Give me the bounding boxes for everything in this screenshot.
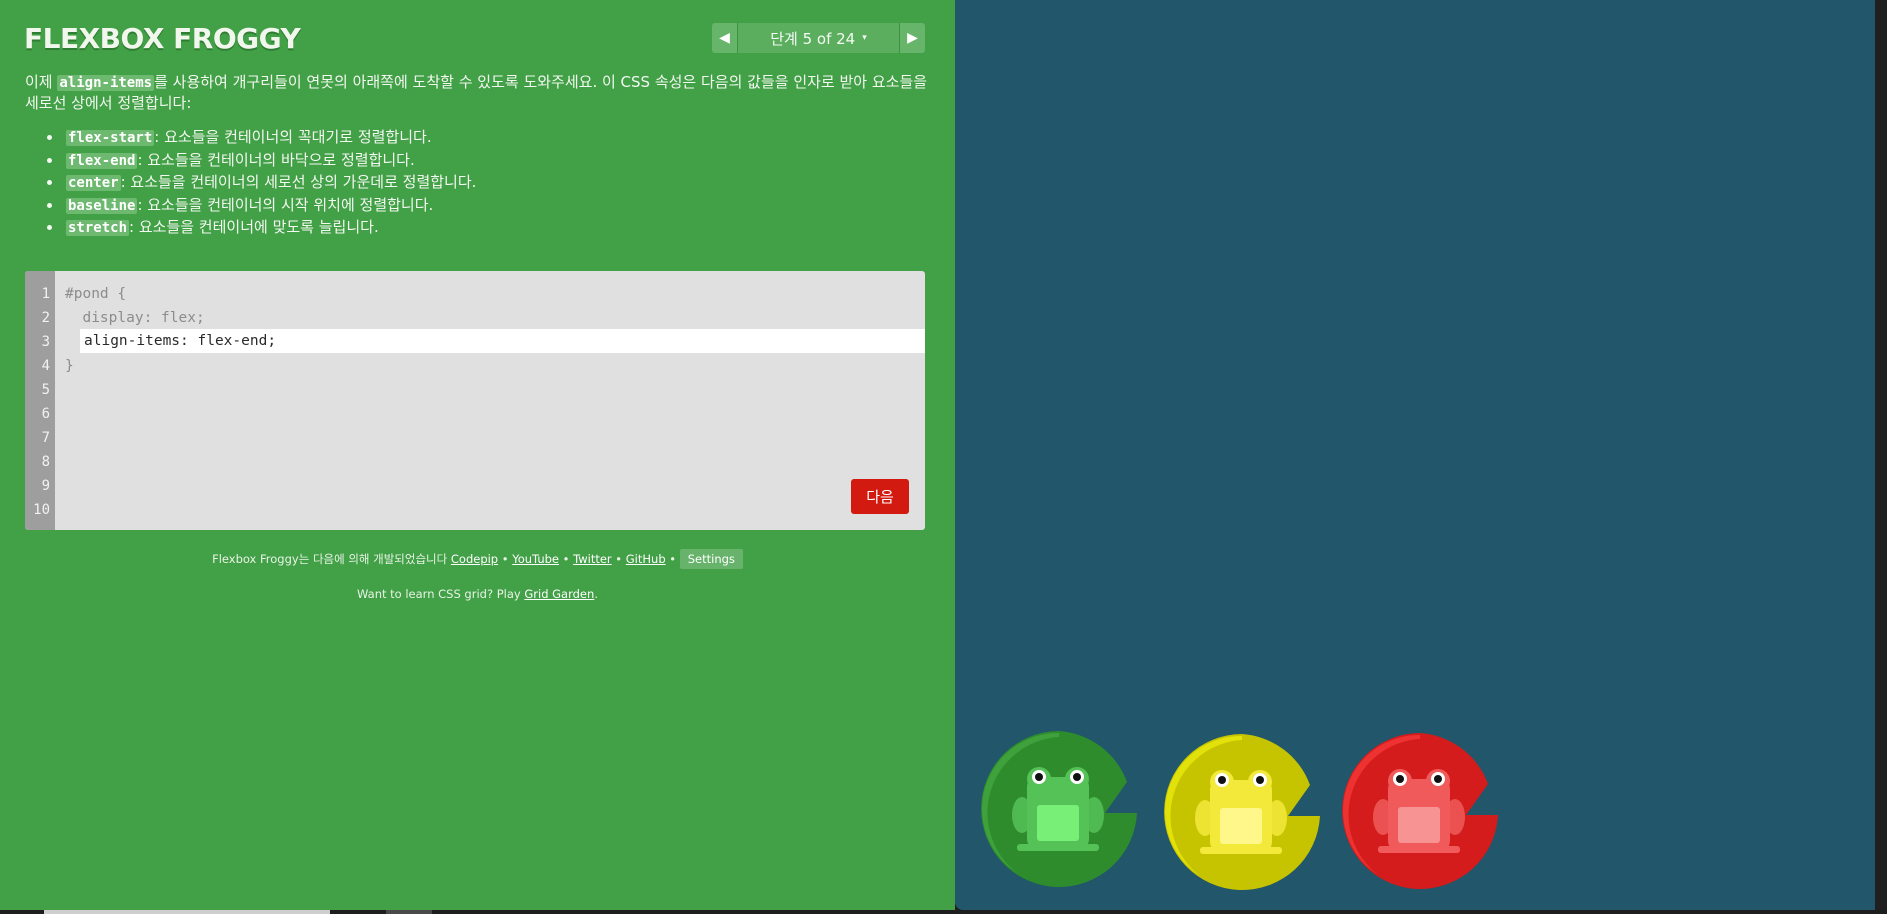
- caret-down-icon: ▾: [862, 33, 867, 43]
- grid-garden-link[interactable]: Grid Garden: [524, 587, 594, 601]
- list-item: stretch: 요소들을 컨테이너에 맞도록 늘립니다.: [44, 216, 924, 239]
- line-number: 10: [33, 502, 50, 518]
- footer-credits: Flexbox Froggy는 다음에 의해 개발되었습니다 Codepip •…: [0, 549, 955, 569]
- triangle-left-icon: ◀: [719, 30, 730, 46]
- grid-promo-suffix: .: [594, 587, 598, 601]
- twitter-link[interactable]: Twitter: [573, 552, 612, 566]
- line-number: 3: [41, 334, 50, 350]
- value-desc: : 요소들을 컨테이너의 바닥으로 정렬합니다.: [137, 150, 415, 169]
- list-item: center: 요소들을 컨테이너의 세로선 상의 가운데로 정렬합니다.: [44, 171, 924, 194]
- level-indicator-dropdown[interactable]: 단계 5 of 24 ▾: [738, 23, 899, 53]
- value-code: flex-end: [66, 152, 138, 169]
- level-navigation: ◀ 단계 5 of 24 ▾ ▶: [712, 23, 925, 53]
- github-link[interactable]: GitHub: [626, 552, 666, 566]
- codepip-link[interactable]: Codepip: [451, 552, 498, 566]
- list-item: flex-end: 요소들을 컨테이너의 바닥으로 정렬합니다.: [44, 149, 924, 172]
- property-code: align-items: [57, 75, 155, 91]
- separator: •: [665, 552, 680, 566]
- value-desc: : 요소들을 컨테이너에 맞도록 늘립니다.: [129, 218, 379, 236]
- css-code-input[interactable]: [80, 329, 925, 353]
- lilypad-green: [981, 731, 1137, 887]
- line-number: 5: [41, 382, 50, 398]
- grid-garden-promo: Want to learn CSS grid? Play Grid Garden…: [0, 587, 955, 601]
- value-code: baseline: [66, 197, 138, 214]
- list-item: baseline: 요소들을 컨테이너의 시작 위치에 정렬합니다.: [44, 194, 924, 217]
- value-code: center: [66, 175, 121, 191]
- code-line-selector: #pond {: [65, 286, 127, 302]
- values-list: flex-start: 요소들을 컨테이너의 꼭대기로 정렬합니다. flex-…: [44, 126, 924, 239]
- line-number: 6: [41, 406, 50, 422]
- value-desc: : 요소들을 컨테이너의 꼭대기로 정렬합니다.: [154, 128, 432, 146]
- separator: •: [611, 552, 626, 566]
- next-button[interactable]: 다음: [851, 479, 909, 514]
- prev-level-button[interactable]: ◀: [712, 23, 738, 53]
- pond: [955, 0, 1875, 910]
- code-line-close-brace: }: [65, 358, 74, 374]
- app-title: FLEXBOX FROGGY: [24, 22, 301, 55]
- line-number: 1: [41, 286, 50, 302]
- value-desc: : 요소들을 컨테이너의 세로선 상의 가운데로 정렬합니다.: [120, 173, 477, 191]
- scrollbar-thumb[interactable]: [44, 910, 330, 914]
- credits-text: Flexbox Froggy는 다음에 의해 개발되었습니다: [212, 552, 451, 566]
- separator: •: [498, 552, 513, 566]
- next-level-button[interactable]: ▶: [899, 23, 925, 53]
- sidebar: FLEXBOX FROGGY ◀ 단계 5 of 24 ▾ ▶ 이제 align…: [0, 0, 955, 914]
- line-gutter: 1 2 3 4 5 6 7 8 9 10: [25, 271, 55, 530]
- scrollbar-segment: [386, 910, 432, 914]
- line-number: 8: [41, 454, 50, 470]
- youtube-link[interactable]: YouTube: [512, 552, 559, 566]
- instructions-after: 를 사용하여 개구리들이 연못의 아래쪽에 도착할 수 있도록 도와주세요. 이…: [25, 73, 928, 112]
- grid-promo-text: Want to learn CSS grid? Play: [357, 587, 525, 601]
- css-editor: 1 2 3 4 5 6 7 8 9 10 #pond { display: fl…: [25, 271, 925, 530]
- value-desc: : 요소들을 컨테이너의 시작 위치에 정렬합니다.: [137, 195, 434, 214]
- instructions-before: 이제: [25, 73, 58, 91]
- instructions: 이제 align-items 를 사용하여 개구리들이 연못의 아래쪽에 도착할 …: [25, 72, 930, 113]
- line-number: 7: [41, 430, 50, 446]
- triangle-right-icon: ▶: [907, 30, 918, 46]
- line-number: 2: [41, 310, 50, 326]
- line-number: 9: [41, 478, 50, 494]
- line-number: 4: [41, 358, 50, 374]
- value-code: flex-start: [66, 130, 155, 146]
- lilypad-red: [1342, 733, 1498, 889]
- list-item: flex-start: 요소들을 컨테이너의 꼭대기로 정렬합니다.: [44, 126, 924, 149]
- bottom-strip: [0, 910, 1887, 914]
- value-code: stretch: [66, 220, 130, 236]
- settings-button[interactable]: Settings: [679, 549, 743, 569]
- separator: •: [559, 552, 574, 566]
- level-indicator-label: 단계 5 of 24: [770, 29, 856, 48]
- code-line-display: display: flex;: [65, 310, 205, 326]
- lilypad-yellow: [1164, 734, 1320, 890]
